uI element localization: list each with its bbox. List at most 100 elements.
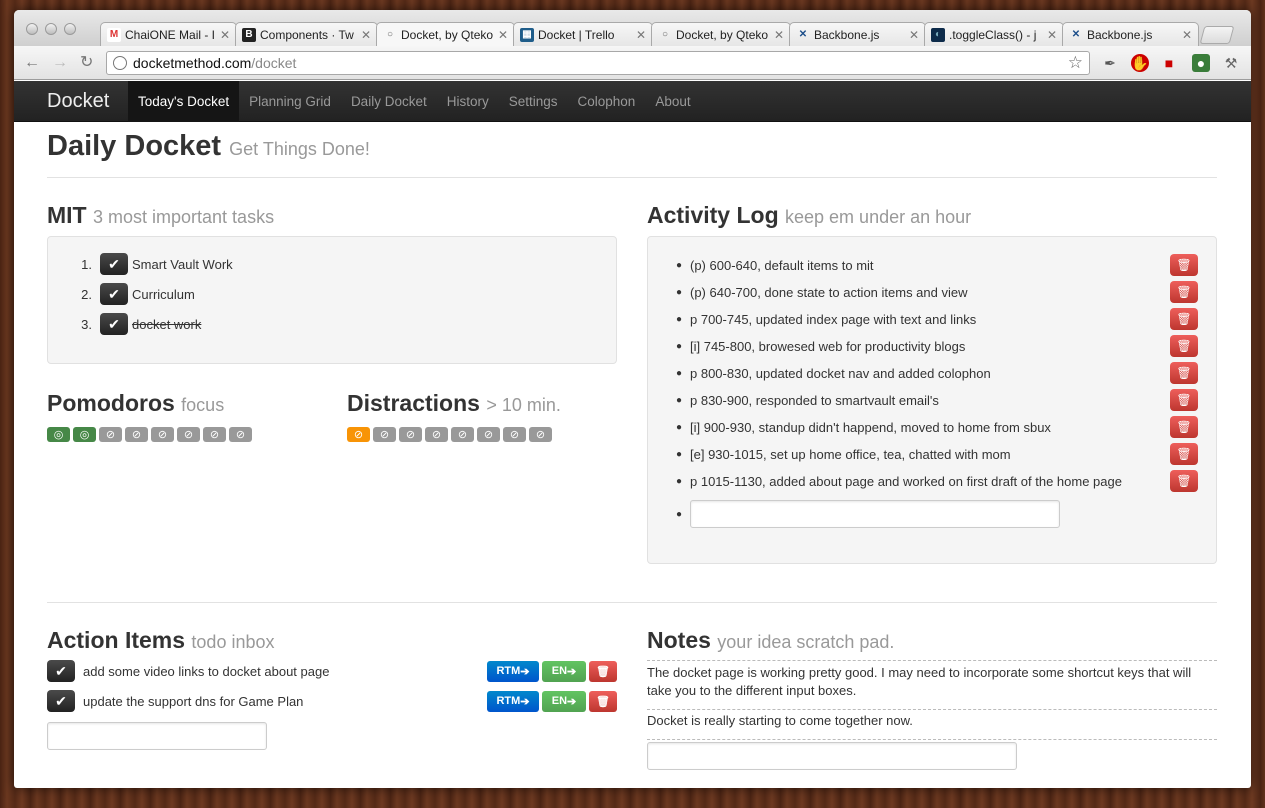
- trash-icon[interactable]: 🗑: [1170, 308, 1198, 330]
- pomodoro-icon[interactable]: ⊘: [125, 427, 148, 442]
- trash-icon[interactable]: 🗑: [1170, 281, 1198, 303]
- browser-tab[interactable]: ○ Docket, by Qteko ✕: [376, 22, 515, 46]
- close-tab-icon[interactable]: ✕: [220, 28, 230, 42]
- url-path: /docket: [251, 55, 297, 71]
- browser-tab[interactable]: ✕ Backbone.js ✕: [789, 22, 926, 46]
- tab-title: Docket, by Qteko: [401, 27, 494, 42]
- distraction-icon[interactable]: ⊘: [477, 427, 500, 442]
- brand-logo[interactable]: Docket: [47, 90, 109, 113]
- mit-label[interactable]: docket work: [132, 317, 201, 332]
- check-icon[interactable]: ✔: [100, 253, 128, 275]
- rtm-label: RTM: [496, 665, 521, 677]
- adblock-icon[interactable]: ✋: [1131, 54, 1149, 72]
- rtm-button[interactable]: RTM ➔: [487, 660, 539, 682]
- evernote-button[interactable]: EN ➔: [542, 660, 586, 682]
- evernote-icon[interactable]: ●: [1192, 54, 1210, 72]
- nav-link[interactable]: History: [437, 81, 499, 122]
- close-tab-icon[interactable]: ✕: [361, 28, 371, 42]
- close-tab-icon[interactable]: ✕: [1182, 28, 1192, 42]
- reload-icon[interactable]: ↻: [80, 54, 93, 72]
- bullet: ●: [676, 448, 683, 460]
- activity-item: ● (p) 640-700, done state to action items…: [676, 281, 1198, 303]
- activity-input[interactable]: [690, 500, 1060, 528]
- zoom-window-button[interactable]: [64, 23, 76, 35]
- distraction-icon[interactable]: ⊘: [503, 427, 526, 442]
- arrow-right-icon: ➔: [567, 665, 577, 678]
- browser-tab[interactable]: B Components · Tw ✕: [235, 22, 378, 46]
- bookmark-star-icon[interactable]: ☆: [1068, 53, 1083, 73]
- action-item: ✔ update the support dns for Game Plan RTM…: [47, 689, 617, 713]
- pomodoro-icon[interactable]: ◎: [47, 427, 70, 442]
- mit-item: 2. ✔ Curriculum: [74, 283, 195, 305]
- distraction-icon[interactable]: ⊘: [425, 427, 448, 442]
- check-icon[interactable]: ✔: [100, 313, 128, 335]
- mit-label[interactable]: Curriculum: [132, 287, 195, 302]
- activity-item: ● p 800-830, updated docket nav and added…: [676, 362, 1198, 384]
- browser-tab[interactable]: ◐ .toggleClass() - j ✕: [924, 22, 1064, 46]
- pomodoro-icon[interactable]: ◎: [73, 427, 96, 442]
- distraction-icon[interactable]: ⊘: [347, 427, 370, 442]
- pen-extension-icon[interactable]: ✒: [1101, 54, 1119, 72]
- close-tab-icon[interactable]: ✕: [774, 28, 784, 42]
- nav-link[interactable]: Planning Grid: [239, 81, 341, 122]
- address-bar[interactable]: docketmethod.com/docket ☆: [106, 51, 1090, 75]
- close-tab-icon[interactable]: ✕: [909, 28, 919, 42]
- trash-icon[interactable]: 🗑: [1170, 335, 1198, 357]
- close-tab-icon[interactable]: ✕: [636, 28, 646, 42]
- browser-tab[interactable]: ✕ Backbone.js ✕: [1062, 22, 1199, 46]
- couch-extension-icon[interactable]: ■: [1160, 54, 1178, 72]
- trash-icon[interactable]: 🗑: [1170, 254, 1198, 276]
- rtm-button[interactable]: RTM ➔: [487, 690, 539, 712]
- close-window-button[interactable]: [26, 23, 38, 35]
- mit-label[interactable]: Smart Vault Work: [132, 257, 233, 272]
- globe-icon: ○: [661, 29, 669, 40]
- new-tab-button[interactable]: [1199, 26, 1235, 44]
- trash-icon[interactable]: 🗑: [1170, 362, 1198, 384]
- close-tab-icon[interactable]: ✕: [1047, 28, 1057, 42]
- en-label: EN: [551, 665, 568, 677]
- activity-text: [i] 900-930, standup didn't happend, mov…: [690, 419, 1051, 435]
- check-icon[interactable]: ✔: [47, 660, 75, 682]
- pomodoro-icon[interactable]: ⊘: [99, 427, 122, 442]
- distraction-icon[interactable]: ⊘: [529, 427, 552, 442]
- wrench-icon[interactable]: ⚒: [1222, 54, 1240, 72]
- nav-link[interactable]: Settings: [499, 81, 568, 122]
- nav-link[interactable]: About: [645, 81, 700, 122]
- forward-icon[interactable]: →: [52, 54, 68, 72]
- trash-icon[interactable]: 🗑: [1170, 443, 1198, 465]
- minimize-window-button[interactable]: [45, 23, 57, 35]
- arrow-right-icon: ➔: [520, 695, 530, 708]
- close-tab-icon[interactable]: ✕: [498, 28, 508, 42]
- pomodoro-icon[interactable]: ⊘: [229, 427, 252, 442]
- distraction-icon[interactable]: ⊘: [373, 427, 396, 442]
- evernote-button[interactable]: EN ➔: [542, 690, 586, 712]
- note-item[interactable]: The docket page is working pretty good. …: [647, 664, 1217, 700]
- browser-tab[interactable]: ▦ Docket | Trello ✕: [513, 22, 653, 46]
- window-controls: [26, 23, 76, 35]
- action-item-input[interactable]: [47, 722, 267, 750]
- distraction-icon[interactable]: ⊘: [399, 427, 422, 442]
- distraction-icon[interactable]: ⊘: [451, 427, 474, 442]
- activity-text: p 830-900, responded to smartvault email…: [690, 392, 939, 408]
- trash-icon[interactable]: 🗑: [1170, 470, 1198, 492]
- activity-item: ● [e] 930-1015, set up home office, tea, …: [676, 443, 1198, 465]
- back-icon[interactable]: ←: [24, 54, 40, 72]
- note-input[interactable]: [647, 742, 1017, 770]
- note-item[interactable]: Docket is really starting to come togeth…: [647, 712, 1217, 730]
- nav-link[interactable]: Daily Docket: [341, 81, 437, 122]
- trash-icon[interactable]: 🗑: [1170, 389, 1198, 411]
- check-icon[interactable]: ✔: [47, 690, 75, 712]
- pomodoro-icon[interactable]: ⊘: [177, 427, 200, 442]
- trash-icon[interactable]: 🗑: [589, 690, 617, 712]
- browser-tab[interactable]: M ChaiONE Mail - I ✕: [100, 22, 237, 46]
- trash-icon[interactable]: 🗑: [1170, 416, 1198, 438]
- activity-item: ● p 1015-1130, added about page and worke…: [676, 470, 1198, 492]
- nav-link[interactable]: Colophon: [568, 81, 646, 122]
- browser-tab[interactable]: ○ Docket, by Qteko ✕: [651, 22, 791, 46]
- nav-link[interactable]: Today's Docket: [128, 81, 240, 122]
- activity-new-row: ●: [676, 500, 1198, 528]
- pomodoro-icon[interactable]: ⊘: [203, 427, 226, 442]
- pomodoro-icon[interactable]: ⊘: [151, 427, 174, 442]
- check-icon[interactable]: ✔: [100, 283, 128, 305]
- trash-icon[interactable]: 🗑: [589, 660, 617, 682]
